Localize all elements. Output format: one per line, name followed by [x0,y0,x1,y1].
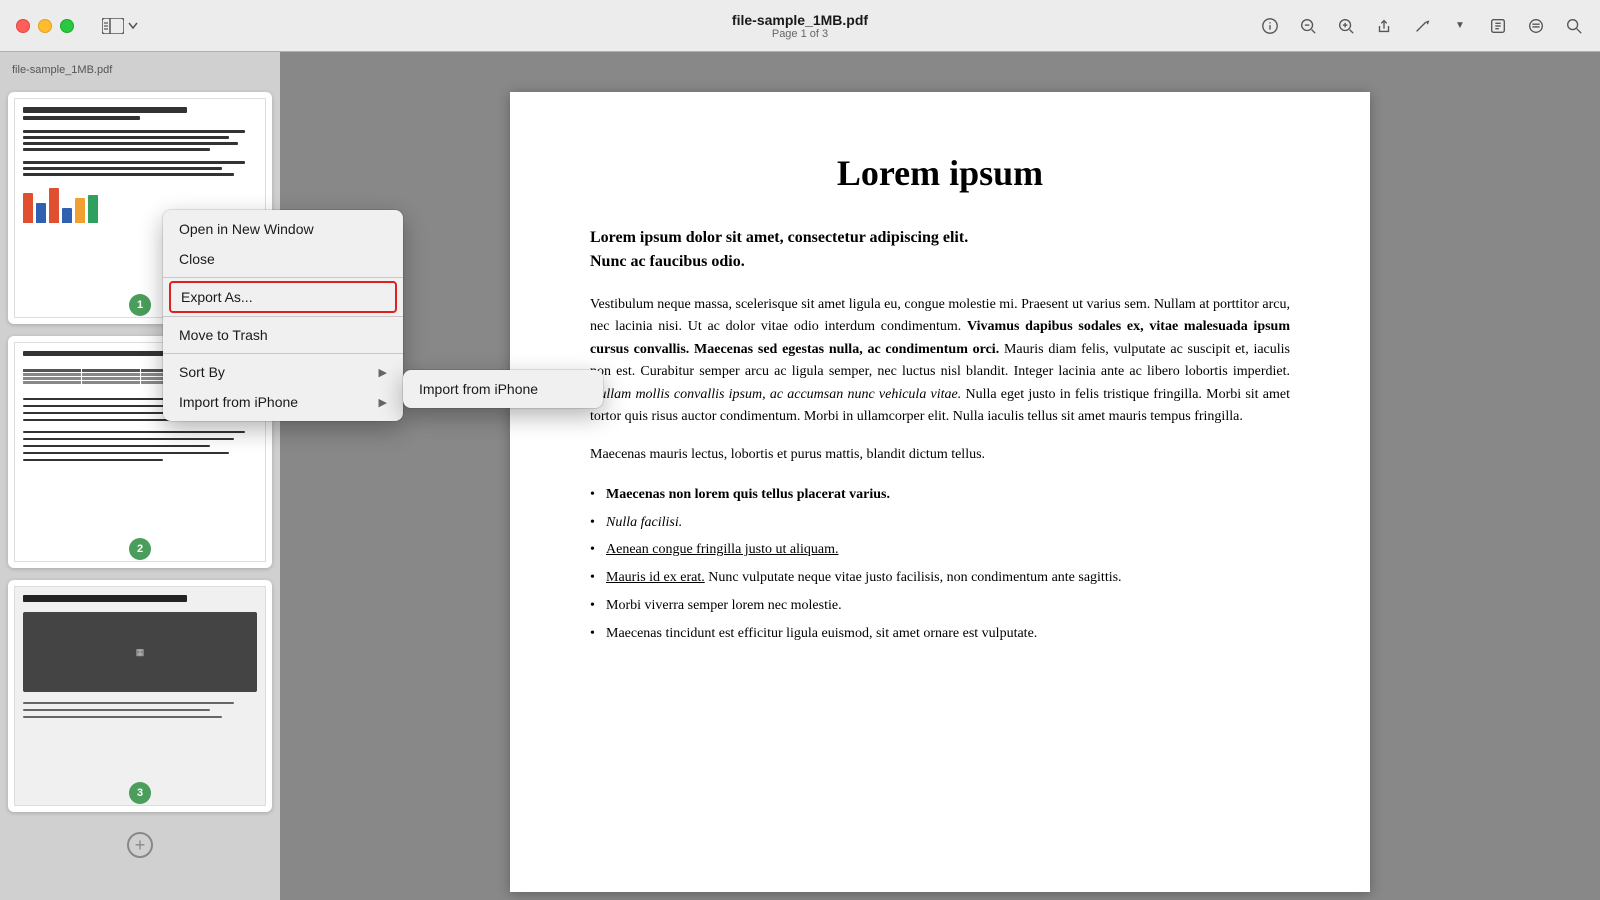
add-page-button[interactable]: + [8,824,272,866]
page-badge-1: 1 [129,294,151,316]
close-button[interactable] [16,19,30,33]
menu-separator-3 [163,353,403,354]
file-title: file-sample_1MB.pdf [732,12,868,28]
titlebar-left [16,18,138,34]
pdf-area: Lorem ipsum Lorem ipsum dolor sit amet, … [280,52,1600,900]
submenu-item-import-from-iphone[interactable]: Import from iPhone [403,374,603,404]
pdf-bullet-list: Maecenas non lorem quis tellus placerat … [590,483,1290,646]
menu-separator-2 [163,316,403,317]
menu-item-move-to-trash[interactable]: Move to Trash [163,320,403,350]
info-icon[interactable] [1260,16,1280,36]
menu-item-label: Close [179,251,215,267]
chevron-down-icon [128,22,138,30]
menu-item-label: Import from iPhone [179,394,298,410]
page-info: Page 1 of 3 [732,28,868,40]
titlebar: file-sample_1MB.pdf Page 1 of 3 [0,0,1600,52]
zoom-out-icon[interactable] [1298,16,1318,36]
submenu-chevron-icon: ▶ [379,366,387,379]
menu-item-label: Open in New Window [179,221,314,237]
minimize-button[interactable] [38,19,52,33]
fullscreen-button[interactable] [60,19,74,33]
pdf-page: Lorem ipsum Lorem ipsum dolor sit amet, … [510,92,1370,892]
main-layout: file-sample_1MB.pdf [0,52,1600,900]
menu-item-sort-by[interactable]: Sort By ▶ [163,357,403,387]
sidebar: file-sample_1MB.pdf [0,52,280,900]
menu-item-export-as[interactable]: Export As... [169,281,397,313]
list-item: Aenean congue fringilla justo ut aliquam… [590,538,1290,562]
list-item: Morbi viverra semper lorem nec molestie. [590,594,1290,618]
submenu-chevron-icon: ▶ [379,396,387,409]
sidebar-file-label: file-sample_1MB.pdf [8,64,272,80]
annotate-icon[interactable] [1412,16,1432,36]
menu-item-open-new-window[interactable]: Open in New Window [163,214,403,244]
menu-item-label: Export As... [181,289,253,305]
page-badge-2: 2 [129,538,151,560]
toolbar: ▼ [1260,16,1584,36]
submenu-item-label: Import from iPhone [419,381,538,397]
add-icon: + [127,832,153,858]
pdf-bold-intro: Lorem ipsum dolor sit amet, consectetur … [590,226,1290,274]
submenu-import-from-iphone: Import from iPhone [403,370,603,408]
titlebar-center: file-sample_1MB.pdf Page 1 of 3 [732,12,868,40]
sidebar-toggle-icon [102,18,124,34]
menu-item-label: Sort By [179,364,225,380]
page-3-preview: ▦ [14,586,266,806]
pdf-body-1: Vestibulum neque massa, scelerisque sit … [590,294,1290,428]
list-item: Maecenas tincidunt est efficitur ligula … [590,622,1290,646]
menu-item-label: Move to Trash [179,327,268,343]
share-icon[interactable] [1374,16,1394,36]
menu-item-close[interactable]: Close [163,244,403,274]
sidebar-toggle[interactable] [102,18,138,34]
markup-icon[interactable] [1488,16,1508,36]
pdf-body-2: Maecenas mauris lectus, lobortis et puru… [590,444,1290,466]
pdf-title: Lorem ipsum [590,152,1290,194]
context-menu: Open in New Window Close Export As... Mo… [163,210,403,421]
annotate-dropdown-icon[interactable]: ▼ [1450,16,1470,36]
search-icon[interactable] [1564,16,1584,36]
list-item: Maecenas non lorem quis tellus placerat … [590,483,1290,507]
page-thumbnail-3[interactable]: ▦ 3 [8,580,272,812]
redact-icon[interactable] [1526,16,1546,36]
menu-item-import-from-iphone[interactable]: Import from iPhone ▶ [163,387,403,417]
traffic-lights [16,19,74,33]
list-item: Nulla facilisi. [590,511,1290,535]
list-item: Mauris id ex erat. Nunc vulputate neque … [590,566,1290,590]
zoom-in-icon[interactable] [1336,16,1356,36]
page-badge-3: 3 [129,782,151,804]
menu-separator-1 [163,277,403,278]
